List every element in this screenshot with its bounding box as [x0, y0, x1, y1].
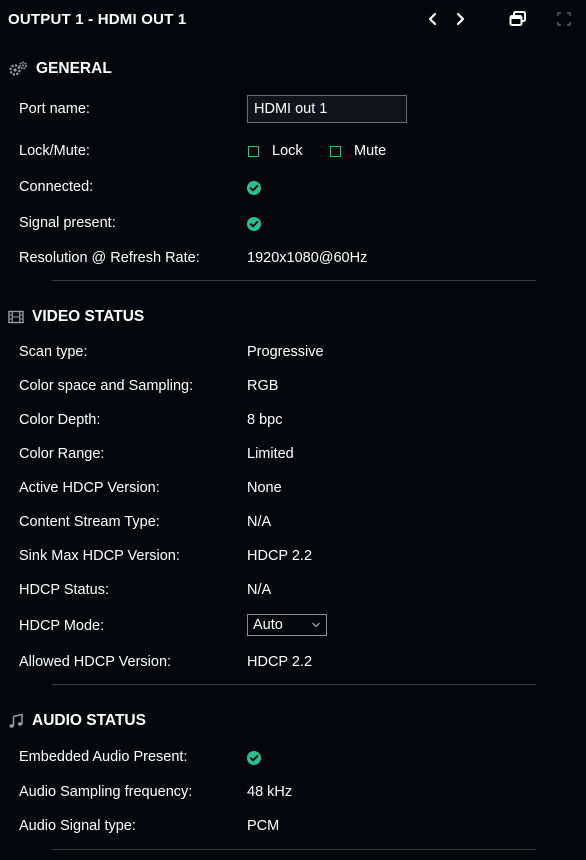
hdcp-mode-label: HDCP Mode: [19, 618, 105, 634]
check-circle-icon [247, 217, 261, 231]
lock-checkbox[interactable]: Lock [248, 143, 303, 159]
gears-icon [8, 61, 28, 77]
content-stream-row: Content Stream Type: N/A [0, 510, 586, 534]
sink-max-hdcp-label: Sink Max HDCP Version: [19, 548, 180, 564]
content-stream-label: Content Stream Type: [19, 514, 160, 530]
mute-checkbox-box[interactable] [330, 145, 341, 157]
allowed-hdcp-row: Allowed HDCP Version: HDCP 2.2 [0, 650, 586, 674]
active-hdcp-row: Active HDCP Version: None [0, 476, 586, 500]
embedded-audio-row: Embedded Audio Present: [0, 745, 586, 769]
audio-sampling-row: Audio Sampling frequency: 48 kHz [0, 780, 586, 804]
color-range-row: Color Range: Limited [0, 442, 586, 466]
allowed-hdcp-label: Allowed HDCP Version: [19, 654, 172, 670]
active-hdcp-label: Active HDCP Version: [19, 480, 160, 496]
sink-max-hdcp-row: Sink Max HDCP Version: HDCP 2.2 [0, 544, 586, 568]
active-hdcp-value: None [247, 480, 282, 496]
port-name-label: Port name: [19, 101, 90, 117]
color-space-label: Color space and Sampling: [19, 378, 194, 394]
scan-type-value: Progressive [247, 344, 324, 360]
section-audio-label: AUDIO STATUS [32, 712, 146, 729]
fullscreen-icon[interactable] [554, 9, 574, 29]
color-range-value: Limited [247, 446, 294, 462]
mute-checkbox-label: Mute [354, 143, 387, 159]
mute-checkbox[interactable]: Mute [330, 143, 386, 159]
audio-sampling-label: Audio Sampling frequency: [19, 784, 193, 800]
scan-type-row: Scan type: Progressive [0, 340, 586, 364]
audio-signal-type-value: PCM [247, 818, 280, 834]
check-circle-icon [247, 181, 261, 195]
divider [52, 849, 536, 850]
music-note-icon [8, 713, 24, 729]
section-general-label: GENERAL [36, 60, 112, 77]
lock-mute-row: Lock/Mute: Lock Mute [0, 139, 586, 163]
hdcp-mode-select[interactable]: Auto [247, 614, 327, 636]
resolution-row: Resolution @ Refresh Rate: 1920x1080@60H… [0, 246, 586, 270]
divider [52, 684, 536, 685]
resolution-label: Resolution @ Refresh Rate: [19, 250, 200, 266]
resolution-value: 1920x1080@60Hz [247, 250, 368, 266]
hdcp-status-row: HDCP Status: N/A [0, 578, 586, 602]
embedded-audio-label: Embedded Audio Present: [19, 749, 188, 765]
section-video-title: VIDEO STATUS [8, 308, 144, 326]
audio-signal-type-row: Audio Signal type: PCM [0, 814, 586, 838]
connected-label: Connected: [19, 179, 94, 195]
panel-header: OUTPUT 1 - HDMI OUT 1 [0, 0, 586, 38]
audio-signal-type-label: Audio Signal type: [19, 818, 136, 834]
signal-present-label: Signal present: [19, 215, 116, 231]
port-name-input[interactable] [247, 95, 407, 123]
audio-sampling-value: 48 kHz [247, 784, 293, 800]
section-video-label: VIDEO STATUS [32, 308, 145, 325]
hdcp-status-label: HDCP Status: [19, 582, 109, 598]
hdcp-mode-selected: Auto [253, 617, 283, 633]
chevron-down-icon [312, 622, 320, 628]
film-icon [8, 309, 24, 325]
chevron-left-icon[interactable] [423, 9, 443, 29]
color-space-value: RGB [247, 378, 279, 394]
color-space-row: Color space and Sampling: RGB [0, 374, 586, 398]
lock-checkbox-label: Lock [272, 143, 303, 159]
hdcp-status-value: N/A [247, 582, 272, 598]
lock-checkbox-box[interactable] [248, 145, 259, 157]
check-circle-icon [247, 751, 261, 765]
restore-window-icon[interactable] [508, 9, 528, 29]
color-depth-row: Color Depth: 8 bpc [0, 408, 586, 432]
panel-title: OUTPUT 1 - HDMI OUT 1 [8, 11, 187, 28]
sink-max-hdcp-value: HDCP 2.2 [247, 548, 313, 564]
color-depth-label: Color Depth: [19, 412, 101, 428]
scan-type-label: Scan type: [19, 344, 88, 360]
signal-present-row: Signal present: [0, 211, 586, 235]
allowed-hdcp-value: HDCP 2.2 [247, 654, 313, 670]
color-depth-value: 8 bpc [247, 412, 283, 428]
divider [52, 280, 536, 281]
chevron-right-icon[interactable] [450, 9, 470, 29]
color-range-label: Color Range: [19, 446, 105, 462]
content-stream-value: N/A [247, 514, 272, 530]
section-general-title: GENERAL [8, 60, 112, 78]
connected-row: Connected: [0, 175, 586, 199]
lock-mute-label: Lock/Mute: [19, 143, 90, 159]
section-audio-title: AUDIO STATUS [8, 712, 146, 730]
